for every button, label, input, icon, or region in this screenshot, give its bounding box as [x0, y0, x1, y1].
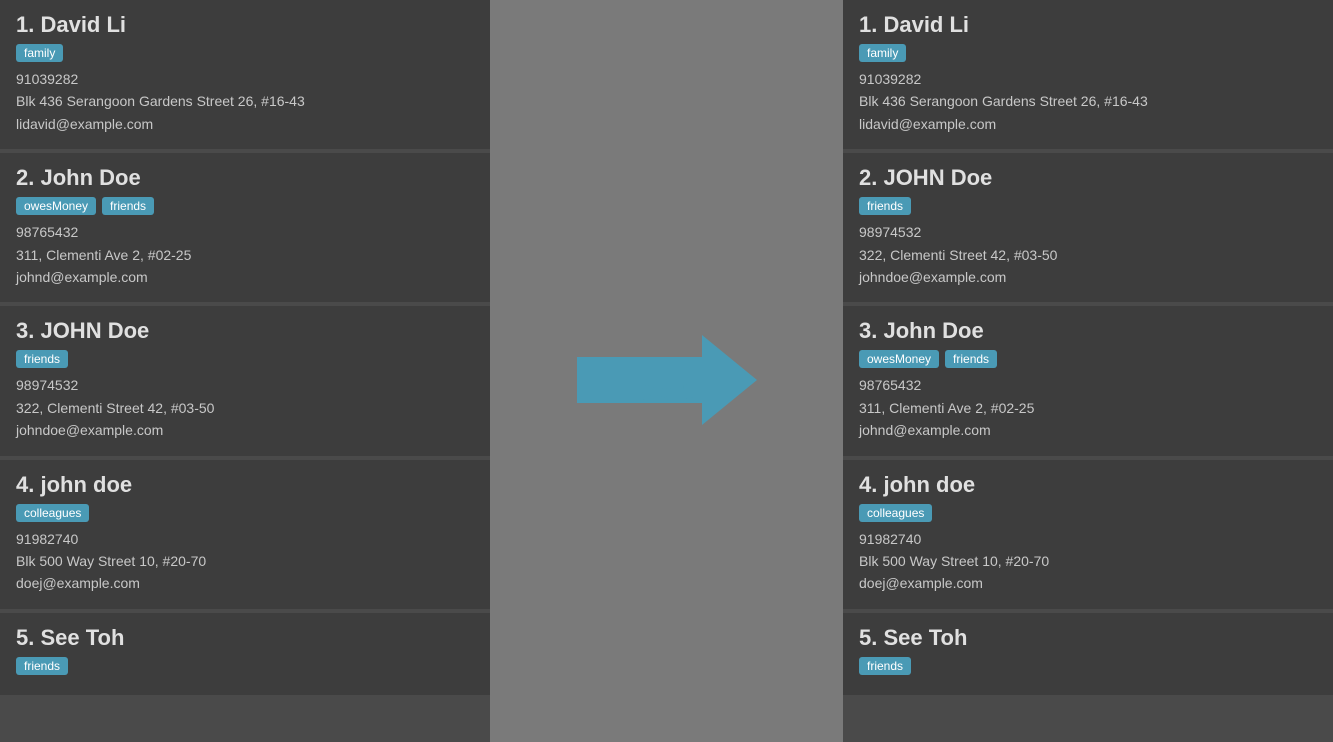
contact-name: 3. JOHN Doe [16, 318, 474, 344]
contact-phone: 98974532 [16, 374, 474, 396]
contact-card: 3. JOHN Doe friends 98974532322, Clementi … [0, 306, 490, 455]
contact-phone: 91039282 [16, 68, 474, 90]
contact-card: 3. John Doe owesMoney friends 98765432311, … [843, 306, 1333, 455]
contact-name: 2. John Doe [16, 165, 474, 191]
sort-arrow: sort [577, 335, 757, 407]
tag: family [859, 44, 906, 62]
left-panel[interactable]: 1. David Li family 91039282Blk 436 Serango… [0, 0, 490, 742]
contact-card: 2. John Doe owesMoney friends 98765432311, … [0, 153, 490, 302]
contact-tags: colleagues [859, 504, 1317, 522]
contact-email: lidavid@example.com [16, 113, 474, 135]
contact-phone: 91982740 [16, 528, 474, 550]
contact-tags: owesMoney friends [16, 197, 474, 215]
tag: colleagues [859, 504, 932, 522]
contact-name: 4. john doe [16, 472, 474, 498]
contact-phone: 98765432 [16, 221, 474, 243]
contact-name: 2. JOHN Doe [859, 165, 1317, 191]
tag: friends [945, 350, 997, 368]
contact-name: 1. David Li [859, 12, 1317, 38]
contact-card: 1. David Li family 91039282Blk 436 Serango… [843, 0, 1333, 149]
contact-address: 322, Clementi Street 42, #03-50 [859, 244, 1317, 266]
contact-phone: 91039282 [859, 68, 1317, 90]
contact-card: 5. See Toh friends [843, 613, 1333, 695]
tag: friends [859, 657, 911, 675]
contact-email: doej@example.com [859, 572, 1317, 594]
contact-address: 311, Clementi Ave 2, #02-25 [859, 397, 1317, 419]
contact-email: johndoe@example.com [859, 266, 1317, 288]
contact-address: Blk 436 Serangoon Gardens Street 26, #16… [16, 90, 474, 112]
contact-card: 2. JOHN Doe friends 98974532322, Clementi … [843, 153, 1333, 302]
contact-address: 311, Clementi Ave 2, #02-25 [16, 244, 474, 266]
contact-address: Blk 500 Way Street 10, #20-70 [16, 550, 474, 572]
contact-tags: friends [859, 197, 1317, 215]
contact-tags: owesMoney friends [859, 350, 1317, 368]
contact-tags: friends [859, 657, 1317, 675]
contact-card: 4. john doe colleagues 91982740Blk 500 Way… [843, 460, 1333, 609]
sort-label: sort [640, 375, 693, 407]
contact-email: johnd@example.com [16, 266, 474, 288]
contact-name: 4. john doe [859, 472, 1317, 498]
contact-name: 5. See Toh [16, 625, 474, 651]
contact-address: 322, Clementi Street 42, #03-50 [16, 397, 474, 419]
tag: family [16, 44, 63, 62]
contact-card: 5. See Toh friends [0, 613, 490, 695]
contact-address: Blk 500 Way Street 10, #20-70 [859, 550, 1317, 572]
contact-name: 5. See Toh [859, 625, 1317, 651]
right-panel[interactable]: 1. David Li family 91039282Blk 436 Serango… [843, 0, 1333, 742]
contact-tags: friends [16, 350, 474, 368]
contact-tags: colleagues [16, 504, 474, 522]
contact-name: 3. John Doe [859, 318, 1317, 344]
contact-email: johndoe@example.com [16, 419, 474, 441]
contact-phone: 91982740 [859, 528, 1317, 550]
contact-address: Blk 436 Serangoon Gardens Street 26, #16… [859, 90, 1317, 112]
tag: owesMoney [16, 197, 96, 215]
contact-phone: 98974532 [859, 221, 1317, 243]
tag: friends [102, 197, 154, 215]
tag: friends [16, 657, 68, 675]
tag: colleagues [16, 504, 89, 522]
contact-tags: family [859, 44, 1317, 62]
contact-email: doej@example.com [16, 572, 474, 594]
contact-email: johnd@example.com [859, 419, 1317, 441]
tag: friends [16, 350, 68, 368]
arrow-head [702, 335, 757, 425]
contact-tags: family [16, 44, 474, 62]
tag: friends [859, 197, 911, 215]
contact-name: 1. David Li [16, 12, 474, 38]
contact-email: lidavid@example.com [859, 113, 1317, 135]
tag: owesMoney [859, 350, 939, 368]
middle-section: sort [490, 0, 843, 742]
contact-phone: 98765432 [859, 374, 1317, 396]
contact-card: 4. john doe colleagues 91982740Blk 500 Way… [0, 460, 490, 609]
contact-tags: friends [16, 657, 474, 675]
contact-card: 1. David Li family 91039282Blk 436 Serango… [0, 0, 490, 149]
